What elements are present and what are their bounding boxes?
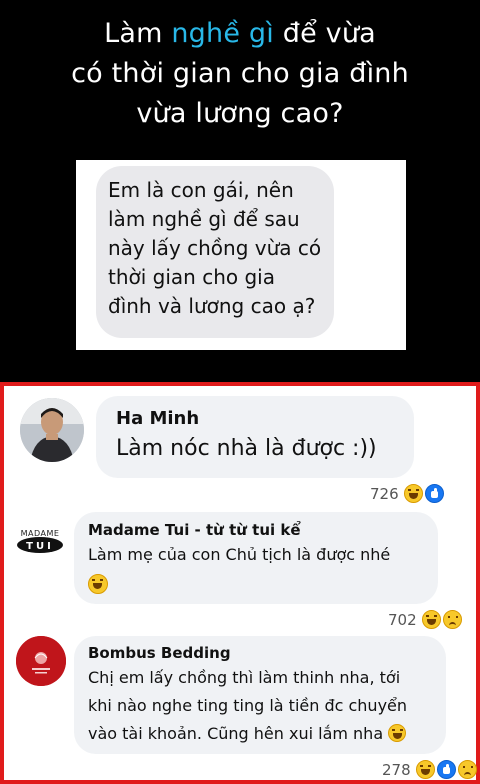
avatar-madame-tui[interactable]: MADAME TUI (14, 514, 66, 566)
headline-line-3: vừa lương cao? (136, 98, 344, 129)
header-banner: Làm nghề gì để vừa có thời gian cho gia … (0, 0, 480, 382)
question-bubble: Em là con gái, nên làm nghề gì để sau nà… (96, 166, 334, 338)
sad-icon (442, 610, 462, 629)
headline-highlight: nghề gì (171, 18, 274, 49)
reactions[interactable]: 278 (382, 760, 477, 779)
question-line: thời gian cho gia (108, 265, 275, 289)
question-line: Em là con gái, nên (108, 178, 294, 202)
question-screenshot: Em là con gái, nên làm nghề gì để sau nà… (76, 160, 406, 350)
like-icon (436, 760, 456, 779)
avatar-ha-minh[interactable] (20, 398, 84, 462)
svg-text:TUI: TUI (26, 541, 54, 552)
reaction-count: 726 (370, 484, 399, 503)
commenter-name[interactable]: Ha Minh (116, 407, 414, 431)
commenter-name[interactable]: Bombus Bedding (88, 642, 446, 664)
headline-line-2: có thời gian cho gia đình (71, 58, 409, 89)
laugh-emoji-icon (88, 574, 108, 594)
comment-text-line: khi nào nghe ting ting là tiền đc chuyển (88, 696, 408, 715)
question-line: đình và lương cao ạ? (108, 294, 316, 318)
blush-emoji-icon (388, 724, 407, 742)
haha-icon (415, 760, 435, 779)
comment-text: Làm mẹ của con Chủ tịch là được nhé (88, 545, 391, 564)
commenter-name[interactable]: Madame Tui - từ từ tui kể (88, 520, 438, 540)
sad-icon (457, 760, 477, 779)
comments-frame: Ha Minh Làm nóc nhà là được :)) 726 MADA… (0, 382, 480, 784)
like-icon (424, 484, 444, 503)
reaction-count: 702 (388, 610, 417, 629)
headline: Làm nghề gì để vừa có thời gian cho gia … (0, 14, 480, 134)
haha-icon (403, 484, 423, 503)
avatar-logo-text: MADAME (21, 529, 60, 538)
comment-text: Làm nóc nhà là được :)) (116, 436, 377, 461)
comment-bubble[interactable]: Ha Minh Làm nóc nhà là được :)) (96, 396, 414, 478)
haha-icon (421, 610, 441, 629)
reaction-count: 278 (382, 760, 411, 779)
avatar-bombus-bedding[interactable] (16, 636, 66, 686)
question-line: này lấy chồng vừa có (108, 236, 322, 260)
comment-bubble[interactable]: Madame Tui - từ từ tui kể Làm mẹ của con… (74, 512, 438, 604)
comment-text-line: Chị em lấy chồng thì làm thinh nha, tới (88, 668, 401, 687)
reactions[interactable]: 726 (370, 484, 444, 503)
comment-bubble[interactable]: Bombus Bedding Chị em lấy chồng thì làm … (74, 636, 446, 754)
headline-line-1: Làm nghề gì để vừa (104, 18, 376, 49)
comment-text-line: vào tài khoản. Cũng hên xui lắm nha (88, 720, 446, 748)
reactions[interactable]: 702 (388, 610, 462, 629)
question-line: làm nghề gì để sau (108, 207, 300, 231)
